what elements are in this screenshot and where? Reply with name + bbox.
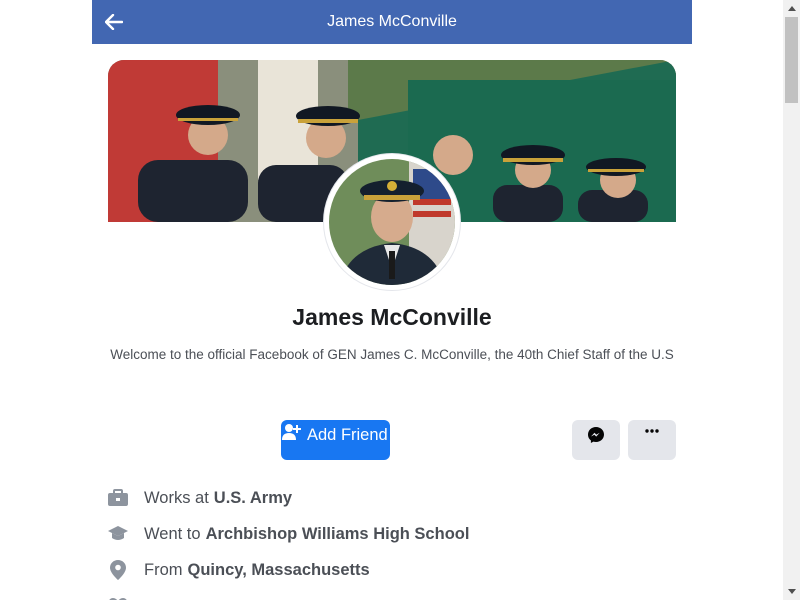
add-friend-label: Add Friend <box>307 426 388 444</box>
profile-picture[interactable] <box>324 154 460 290</box>
top-bar: James McConville <box>92 0 692 44</box>
location-pin-icon <box>108 560 128 580</box>
scroll-up-arrow-icon[interactable] <box>783 0 800 17</box>
work-prefix: Works at <box>144 488 209 507</box>
graduation-cap-icon <box>108 524 128 544</box>
work-value[interactable]: U.S. Army <box>214 489 292 508</box>
page: James McConville James McConville Welcom… <box>0 0 800 600</box>
scrollbar-thumb[interactable] <box>785 17 798 103</box>
hometown-info: From Quincy, Massachusetts <box>108 558 370 582</box>
relationship-info <box>108 594 144 600</box>
add-friend-icon <box>282 424 301 440</box>
more-options-button[interactable] <box>628 420 676 460</box>
education-prefix: Went to <box>144 524 201 543</box>
briefcase-icon <box>108 488 128 508</box>
more-dots-icon <box>645 429 659 433</box>
header-title: James McConville <box>327 13 457 30</box>
hometown-prefix: From <box>144 560 183 579</box>
work-info: Works at U.S. Army <box>108 486 292 510</box>
scrollbar[interactable] <box>783 0 800 600</box>
heart-icon <box>108 596 128 600</box>
add-friend-button[interactable]: Add Friend <box>281 420 390 460</box>
arrow-left-icon <box>105 14 123 30</box>
education-info: Went to Archbishop Williams High School <box>108 522 469 546</box>
profile-bio: Welcome to the official Facebook of GEN … <box>110 347 674 362</box>
messenger-icon <box>588 427 604 443</box>
back-button[interactable] <box>102 10 126 34</box>
education-value[interactable]: Archbishop Williams High School <box>206 525 470 544</box>
message-button[interactable] <box>572 420 620 460</box>
scroll-down-arrow-icon[interactable] <box>783 583 800 600</box>
profile-name: James McConville <box>292 304 492 330</box>
hometown-value[interactable]: Quincy, Massachusetts <box>188 561 370 580</box>
